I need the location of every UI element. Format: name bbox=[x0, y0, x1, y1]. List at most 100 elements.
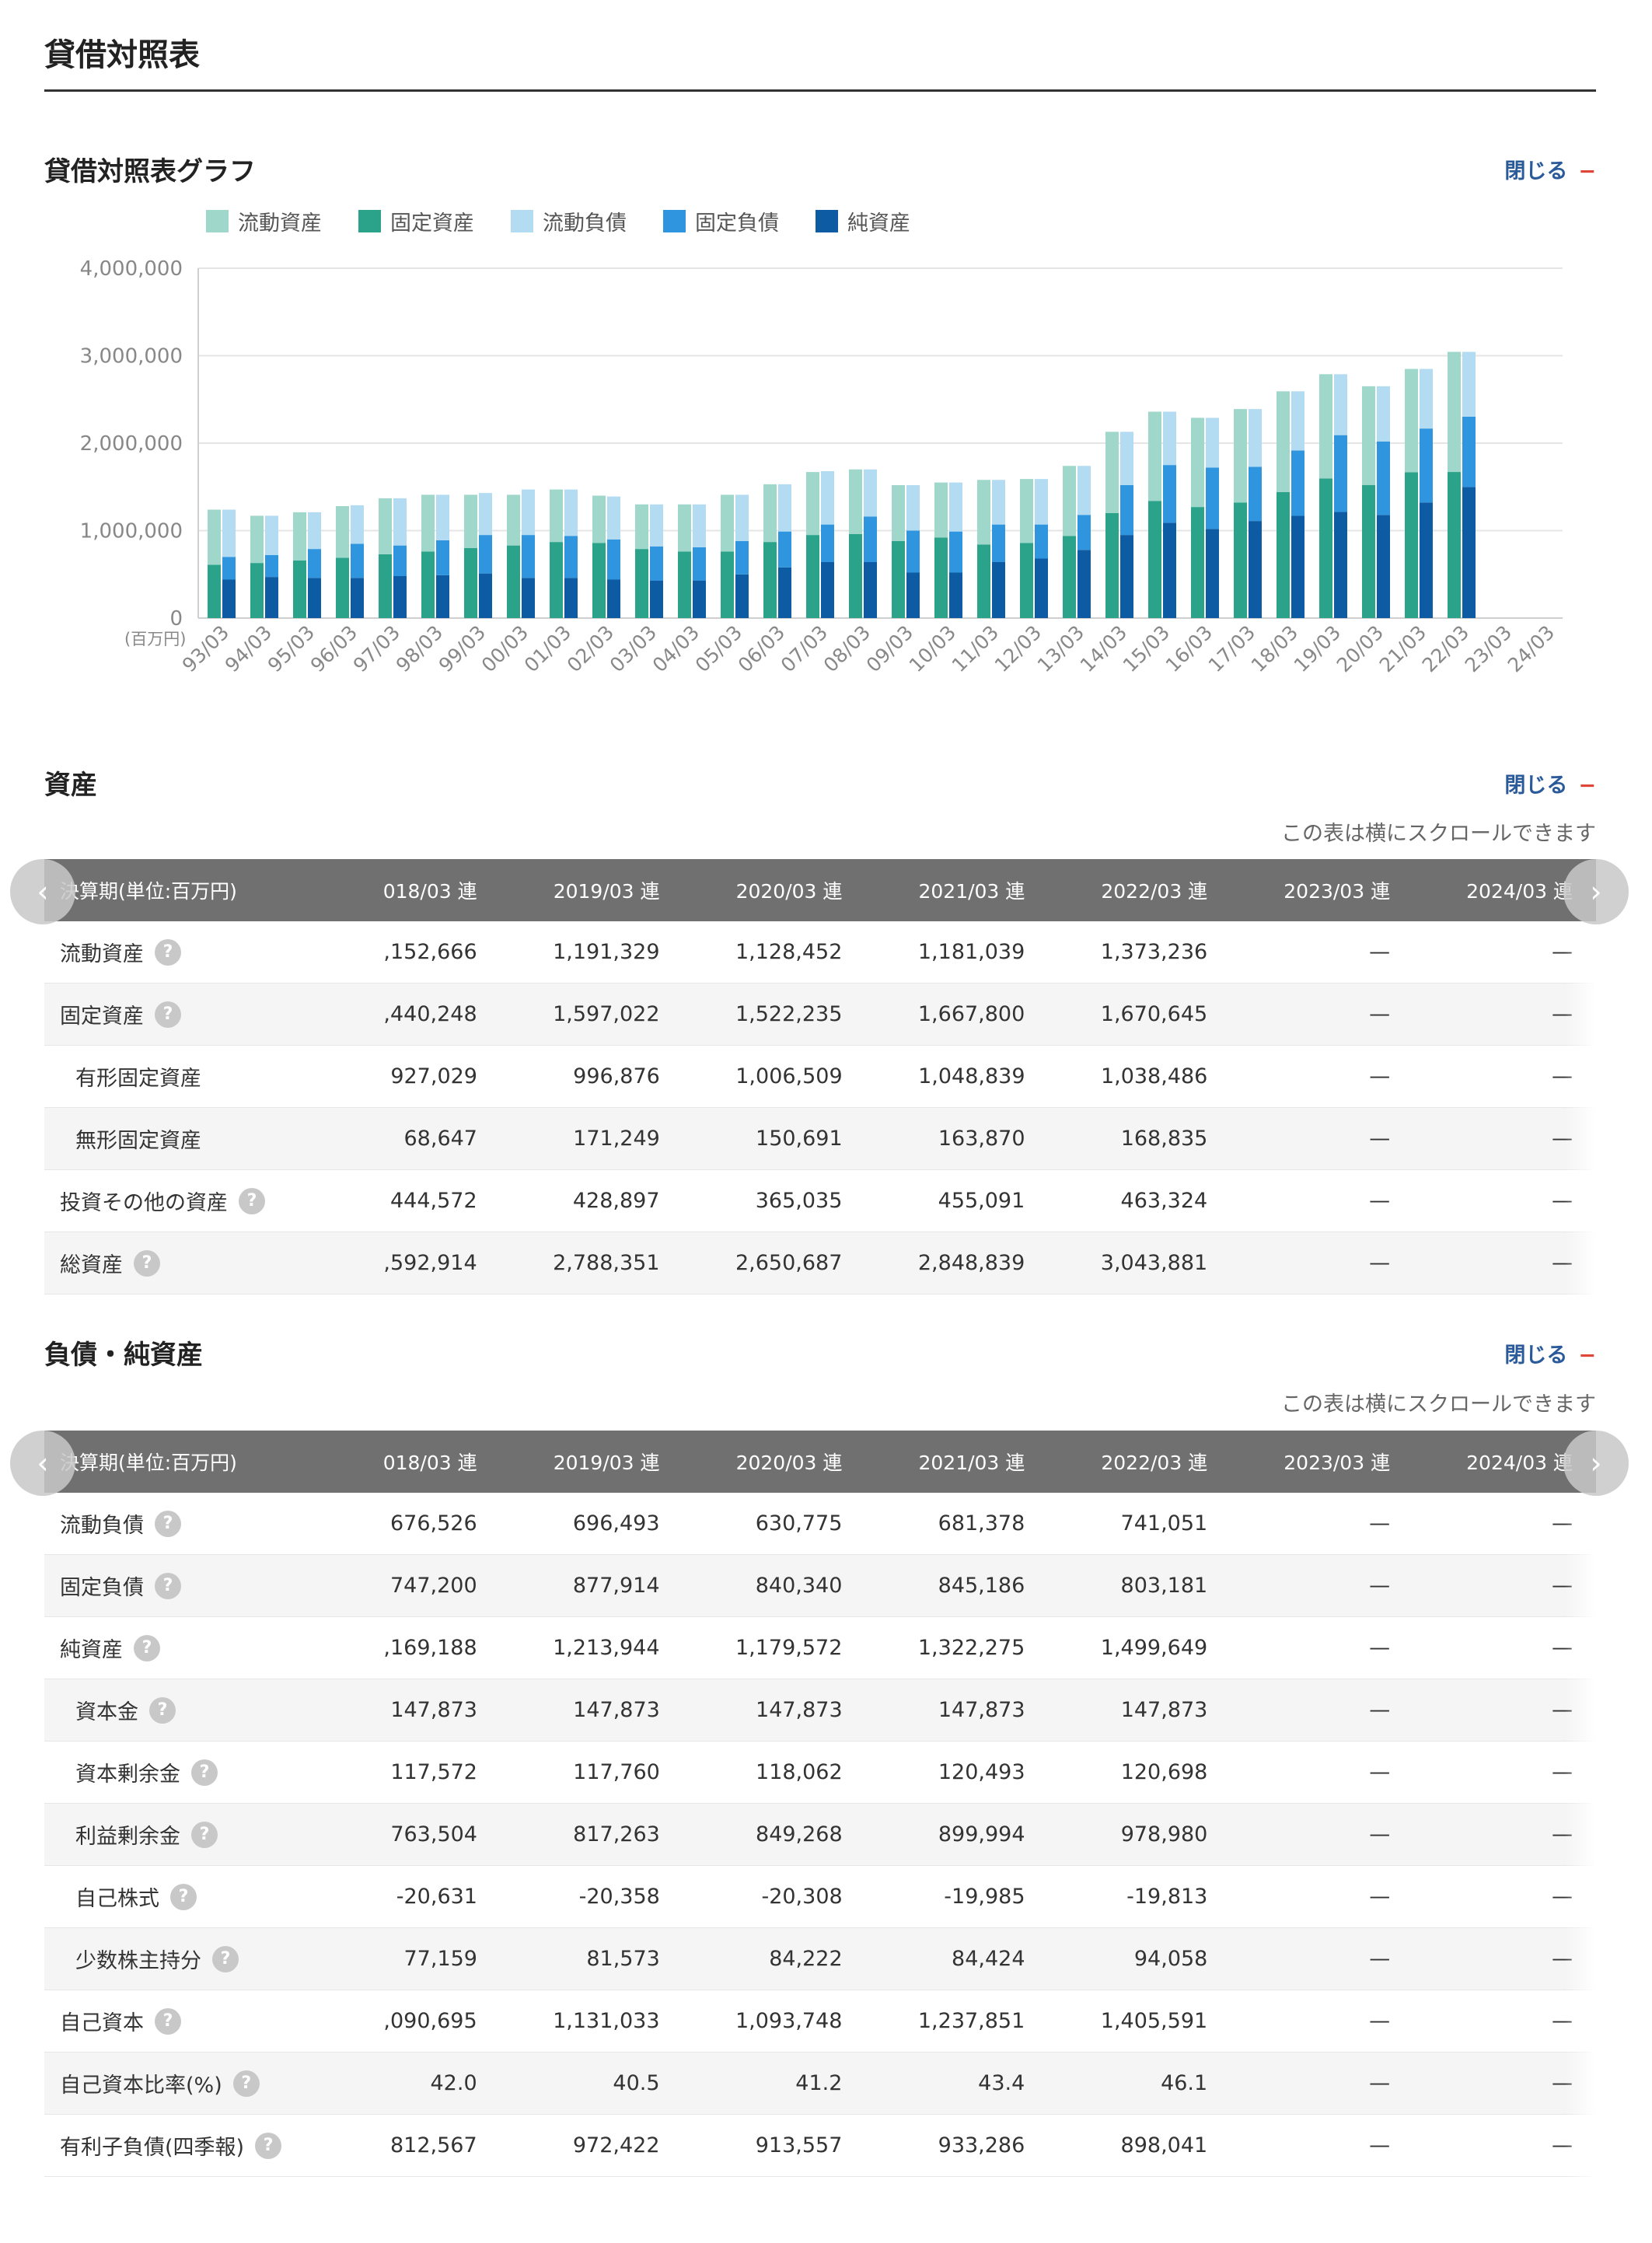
table-cell: 1,237,851 bbox=[917, 2009, 1025, 2033]
legend-item[interactable]: 固定負債 bbox=[663, 206, 779, 236]
row-label: 自己株式? bbox=[44, 1881, 318, 1912]
table-cell: — bbox=[1369, 1127, 1391, 1151]
help-icon[interactable]: ? bbox=[155, 2007, 181, 2035]
bar-segment bbox=[650, 580, 663, 618]
bar-segment bbox=[934, 482, 948, 538]
help-icon[interactable]: ? bbox=[134, 1249, 160, 1277]
table-row: 流動資産? ,152,666 1,191,329 1,128,452 1,181,039… bbox=[44, 921, 1596, 983]
liabilities-scroll-left-button[interactable]: ‹ bbox=[10, 1431, 75, 1496]
table-cell: 84,424 bbox=[952, 1947, 1025, 1971]
help-icon[interactable]: ? bbox=[212, 1945, 239, 1972]
bar-segment bbox=[977, 480, 990, 545]
bar-segment bbox=[1405, 472, 1418, 618]
y-tick-label: 0 bbox=[169, 607, 183, 631]
bar-segment bbox=[250, 515, 264, 564]
table-cell: 168,835 bbox=[1120, 1127, 1208, 1151]
table-row: 固定資産? ,440,248 1,597,022 1,522,235 1,667,800… bbox=[44, 983, 1596, 1046]
table-cell: 1,093,748 bbox=[735, 2009, 843, 2033]
bar-segment bbox=[1035, 558, 1048, 618]
column-header: 2020/03 連 bbox=[735, 1452, 843, 1474]
liabilities-table[interactable]: 決算期(単位:百万円) 018/03 連 2019/03 連 2020/03 連 202… bbox=[44, 1431, 1596, 2177]
help-icon[interactable]: ? bbox=[155, 938, 181, 966]
close-label: 閉じる bbox=[1504, 1343, 1568, 1368]
chart-close-button[interactable]: 閉じる − bbox=[1504, 154, 1596, 184]
table-cell: — bbox=[1369, 1002, 1391, 1026]
unit-label: (百万円) bbox=[124, 630, 186, 648]
table-cell: 913,557 bbox=[755, 2133, 843, 2157]
table-cell: — bbox=[1369, 1822, 1391, 1846]
row-label-text: 資本剰余金 bbox=[75, 1763, 180, 1787]
x-tick-label: 07/03 bbox=[777, 621, 832, 676]
table-cell: 147,873 bbox=[756, 1698, 843, 1722]
table-cell: ,592,914 bbox=[383, 1251, 477, 1275]
bar-segment bbox=[308, 549, 321, 578]
help-icon[interactable]: ? bbox=[191, 1821, 218, 1848]
bar-segment bbox=[1077, 515, 1091, 550]
help-icon[interactable]: ? bbox=[191, 1759, 218, 1786]
assets-table[interactable]: 決算期(単位:百万円) 018/03 連 2019/03 連 2020/03 連 202… bbox=[44, 859, 1596, 1294]
assets-close-button[interactable]: 閉じる − bbox=[1504, 768, 1596, 798]
legend-label: 流動負債 bbox=[543, 211, 627, 236]
liabilities-scroll-right-button[interactable]: › bbox=[1563, 1431, 1629, 1496]
table-cell: — bbox=[1369, 2133, 1391, 2157]
title-divider bbox=[44, 89, 1596, 92]
help-icon[interactable]: ? bbox=[239, 1187, 265, 1214]
x-tick-label: 97/03 bbox=[349, 621, 404, 676]
bar-segment bbox=[864, 562, 877, 618]
legend-item[interactable]: 純資産 bbox=[816, 206, 910, 236]
bar-segment bbox=[992, 562, 1005, 618]
help-icon[interactable]: ? bbox=[155, 1572, 181, 1599]
help-icon[interactable]: ? bbox=[255, 2132, 282, 2159]
assets-scroll-right-button[interactable]: › bbox=[1563, 859, 1629, 924]
help-icon[interactable]: ? bbox=[232, 2070, 260, 2097]
bar-segment bbox=[763, 542, 777, 618]
table-row: 少数株主持分? 77,159 81,573 84,222 84,424 94,058 — — bbox=[44, 1928, 1596, 1990]
bar-segment bbox=[992, 480, 1005, 525]
assets-scroll-left-button[interactable]: ‹ bbox=[10, 859, 75, 924]
legend-item[interactable]: 固定資産 bbox=[358, 206, 474, 236]
table-cell: ,440,248 bbox=[383, 1002, 477, 1026]
chevron-left-icon: ‹ bbox=[37, 875, 49, 909]
bar-segment bbox=[721, 551, 734, 618]
bar-segment bbox=[393, 545, 407, 576]
bar-segment bbox=[992, 524, 1005, 562]
x-tick-label: 24/03 bbox=[1504, 621, 1559, 676]
bar-segment bbox=[934, 537, 948, 618]
bar-segment bbox=[464, 548, 477, 618]
y-tick-label: 1,000,000 bbox=[80, 520, 183, 543]
legend-swatch bbox=[663, 210, 686, 232]
bar-segment bbox=[1035, 479, 1048, 525]
balance-sheet-page: 貸借対照表 貸借対照表グラフ 閉じる − 流動資産 固定資産 流動負債 固定負債 純資産 … bbox=[0, 0, 1652, 2243]
legend-swatch bbox=[816, 210, 838, 232]
bar-segment bbox=[1319, 374, 1332, 479]
bar-segment bbox=[892, 541, 905, 618]
x-tick-label: 03/03 bbox=[606, 621, 661, 676]
column-header: 2020/03 連 bbox=[735, 880, 843, 903]
x-tick-label: 11/03 bbox=[948, 621, 1003, 676]
table-cell: 978,980 bbox=[1120, 1822, 1208, 1846]
close-label: 閉じる bbox=[1504, 159, 1568, 183]
row-label-text: 有形固定資産 bbox=[75, 1067, 201, 1091]
help-icon[interactable]: ? bbox=[155, 1510, 181, 1537]
column-header: 2019/03 連 bbox=[553, 880, 660, 903]
bar-segment bbox=[635, 549, 648, 618]
x-tick-label: 94/03 bbox=[221, 621, 276, 676]
legend-item[interactable]: 流動資産 bbox=[206, 206, 322, 236]
bar-segment bbox=[949, 482, 962, 532]
help-icon[interactable]: ? bbox=[149, 1696, 176, 1724]
bar-segment bbox=[1362, 386, 1375, 485]
legend-item[interactable]: 流動負債 bbox=[511, 206, 627, 236]
table-cell: 1,597,022 bbox=[553, 1002, 660, 1026]
row-label: 総資産? bbox=[44, 1248, 318, 1278]
help-icon[interactable]: ? bbox=[170, 1883, 197, 1910]
help-icon[interactable]: ? bbox=[155, 1001, 181, 1028]
x-tick-label: 96/03 bbox=[306, 621, 361, 676]
column-header: 2021/03 連 bbox=[918, 1452, 1025, 1474]
help-icon[interactable]: ? bbox=[134, 1634, 160, 1661]
table-cell: 463,324 bbox=[1120, 1189, 1208, 1213]
table-cell: 1,128,452 bbox=[735, 940, 843, 964]
table-cell: 1,670,645 bbox=[1100, 1002, 1208, 1026]
bar-segment bbox=[1249, 521, 1262, 618]
liabilities-close-button[interactable]: 閉じる − bbox=[1504, 1338, 1596, 1368]
table-cell: 163,870 bbox=[938, 1127, 1025, 1151]
